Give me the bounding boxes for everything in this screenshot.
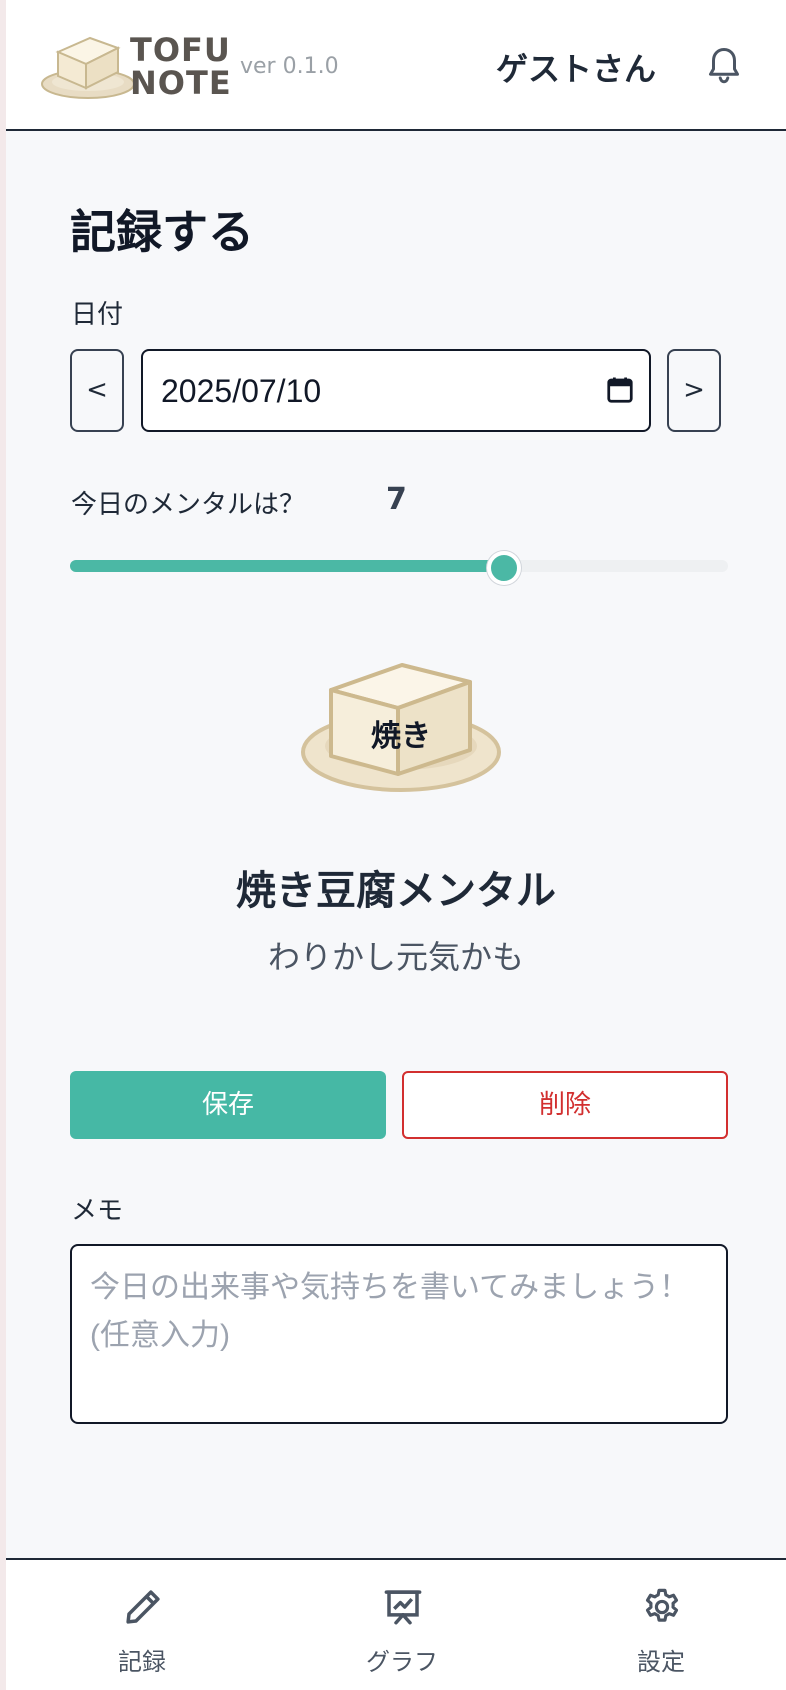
logo-line1: TOFU bbox=[130, 31, 231, 69]
memo-textarea[interactable] bbox=[70, 1244, 728, 1424]
app-frame: TOFU NOTE ver 0.1.0 ゲストさん 記録する 日付 < 2025… bbox=[6, 0, 786, 1690]
mental-label: 今日のメンタルは？ bbox=[71, 490, 306, 520]
chart-board-icon bbox=[384, 1590, 422, 1625]
logo-text: TOFU NOTE bbox=[130, 34, 232, 100]
mental-slider[interactable] bbox=[70, 551, 728, 585]
mental-type-description: わりかし元気かも bbox=[267, 938, 524, 976]
save-button[interactable]: 保存 bbox=[70, 1071, 386, 1139]
slider-thumb[interactable] bbox=[487, 551, 521, 585]
logo-line2: NOTE bbox=[130, 64, 232, 102]
calendar-icon[interactable] bbox=[605, 375, 635, 405]
prev-day-button[interactable]: < bbox=[70, 349, 124, 432]
delete-button[interactable]: 削除 bbox=[402, 1071, 728, 1139]
tofu-logo-icon bbox=[41, 36, 135, 99]
date-label: 日付 bbox=[71, 300, 124, 330]
mental-type-title: 焼き豆腐メンタル bbox=[236, 868, 556, 914]
nav-item-record[interactable]: 記録 bbox=[62, 1560, 222, 1690]
nav-item-graph[interactable]: グラフ bbox=[322, 1560, 482, 1690]
bell-icon[interactable] bbox=[706, 46, 742, 86]
date-value: 2025/07/10 bbox=[161, 373, 322, 409]
nav-label-record: 記録 bbox=[118, 1648, 166, 1676]
nav-label-graph: グラフ bbox=[366, 1648, 438, 1676]
nav-item-settings[interactable]: 設定 bbox=[581, 1560, 741, 1690]
bottom-nav: 記録 グラフ 設定 bbox=[6, 1558, 786, 1690]
tofu-caption: 焼き bbox=[371, 719, 431, 754]
page-title: 記録する bbox=[70, 205, 254, 259]
memo-label: メモ bbox=[71, 1196, 124, 1226]
date-input[interactable]: 2025/07/10 bbox=[141, 349, 651, 432]
pencil-icon bbox=[126, 1590, 160, 1624]
nav-label-settings: 設定 bbox=[637, 1648, 685, 1676]
slider-fill bbox=[70, 560, 504, 572]
user-name[interactable]: ゲストさん bbox=[496, 44, 656, 90]
next-day-button[interactable]: > bbox=[667, 349, 721, 432]
app-header: TOFU NOTE ver 0.1.0 ゲストさん bbox=[6, 0, 786, 131]
version-label: ver 0.1.0 bbox=[240, 54, 339, 79]
gear-icon bbox=[645, 1588, 679, 1622]
mental-value: 7 bbox=[386, 482, 407, 517]
